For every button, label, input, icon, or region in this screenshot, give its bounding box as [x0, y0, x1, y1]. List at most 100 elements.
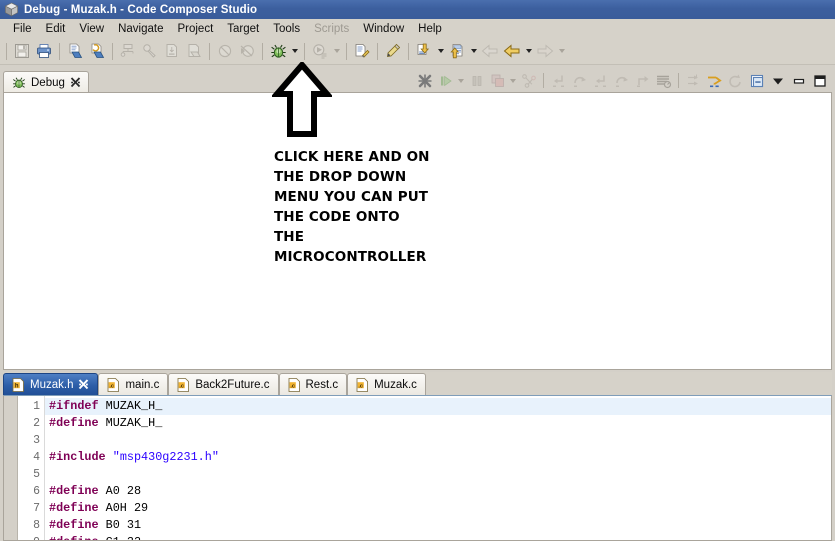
menu-edit[interactable]: Edit	[39, 22, 73, 36]
c-file-icon: .c	[177, 377, 190, 392]
editor-tab-label: Muzak.h	[30, 378, 74, 391]
chevron-down-icon	[558, 49, 565, 53]
menu-window[interactable]: Window	[356, 22, 411, 36]
window-title: Debug - Muzak.h - Code Composer Studio	[24, 3, 258, 16]
line-number: 5	[33, 468, 40, 481]
print-button[interactable]	[33, 40, 55, 62]
view-menu-chevron-button[interactable]	[767, 70, 788, 91]
resume-dropdown-arrow	[456, 70, 466, 91]
rebuild-button	[139, 40, 161, 62]
close-icon[interactable]	[78, 379, 89, 390]
toolbar-separator	[346, 42, 347, 60]
minimize-button[interactable]	[788, 70, 809, 91]
menu-target[interactable]: Target	[220, 22, 266, 36]
search-code-button[interactable]	[351, 40, 373, 62]
close-icon[interactable]	[70, 77, 81, 88]
toolbar-separator	[543, 73, 544, 88]
editor-marker-bar[interactable]	[4, 396, 18, 540]
code-text-area[interactable]: #ifndef MUZAK_H_ #define MUZAK_H_ #includ…	[44, 396, 831, 540]
editor-tab-rest-c[interactable]: .c Rest.c	[278, 373, 348, 395]
terminate-all-button[interactable]	[414, 70, 435, 91]
no-breakpoint-button	[214, 40, 236, 62]
toolbar-separator	[6, 42, 7, 60]
resume-button	[435, 70, 456, 91]
next-annotation-dropdown-arrow[interactable]	[435, 40, 446, 62]
svg-text:.c: .c	[290, 383, 295, 389]
menu-view[interactable]: View	[72, 22, 111, 36]
debug-view-content	[3, 92, 832, 370]
menu-project[interactable]: Project	[170, 22, 220, 36]
editor-tab-main-c[interactable]: .c main.c	[98, 373, 169, 395]
editor-tab-label: main.c	[125, 378, 160, 391]
toolbar-separator	[112, 42, 113, 60]
code-line: #define MUZAK_H_	[45, 415, 831, 432]
line-number: 6	[33, 485, 40, 498]
toolbar-separator	[408, 42, 409, 60]
terminate-dropdown-arrow	[508, 70, 518, 91]
svg-text:.c: .c	[110, 383, 115, 389]
debug-view-tabrow: Debug	[3, 68, 832, 93]
toolbar-separator	[262, 42, 263, 60]
chevron-down-icon	[510, 78, 516, 83]
step-into-selection-button	[590, 70, 611, 91]
code-token: MUZAK_H_	[98, 416, 163, 430]
previous-annotation-button[interactable]	[446, 40, 468, 62]
load-program-button[interactable]	[704, 70, 725, 91]
menu-bar: File Edit View Navigate Project Target T…	[0, 19, 835, 38]
tab-debug[interactable]: Debug	[3, 71, 89, 93]
menu-tools[interactable]: Tools	[266, 22, 307, 36]
new-file-button[interactable]	[64, 40, 86, 62]
menu-scripts: Scripts	[314, 22, 350, 35]
code-token: A0 28	[98, 484, 142, 498]
svg-text:h: h	[15, 383, 19, 389]
line-number: 2	[33, 417, 40, 430]
code-line: #include "msp430g2231.h"	[45, 449, 831, 466]
editor-tab-back2future-c[interactable]: .c Back2Future.c	[168, 373, 279, 395]
debug-bug-icon	[13, 76, 25, 88]
code-token: #include	[49, 450, 106, 464]
debug-view-toolbar	[414, 68, 832, 93]
back-button[interactable]	[501, 40, 523, 62]
editor-tab-label: Muzak.c	[374, 378, 417, 391]
toolbar-separator	[377, 42, 378, 60]
title-bar: Debug - Muzak.h - Code Composer Studio	[0, 0, 835, 19]
editor-tab-muzak-c[interactable]: .c Muzak.c	[347, 373, 426, 395]
previous-annotation-dropdown-arrow[interactable]	[468, 40, 479, 62]
editor-tab-label: Back2Future.c	[195, 378, 270, 391]
chevron-down-icon	[291, 49, 298, 53]
chevron-down-icon	[470, 49, 477, 53]
restart-button	[725, 70, 746, 91]
debug-button[interactable]	[267, 40, 289, 62]
code-token: #define	[49, 416, 99, 430]
debug-dropdown-arrow[interactable]	[289, 40, 300, 62]
code-token: #define	[49, 535, 99, 540]
show-view-menu-button[interactable]	[746, 70, 767, 91]
menu-file[interactable]: File	[6, 22, 39, 36]
suspend-button	[466, 70, 487, 91]
menu-navigate[interactable]: Navigate	[111, 22, 170, 36]
code-token: #define	[49, 501, 99, 515]
cube-icon	[4, 2, 19, 17]
terminate-button	[487, 70, 508, 91]
chevron-down-icon	[525, 49, 532, 53]
menu-help[interactable]: Help	[411, 22, 449, 36]
chevron-down-icon	[458, 78, 464, 83]
c-file-icon: .c	[288, 377, 300, 392]
maximize-button[interactable]	[809, 70, 830, 91]
assembly-step-button	[632, 70, 653, 91]
build-button	[117, 40, 139, 62]
code-token: C1 32	[99, 535, 141, 540]
refresh-file-button[interactable]	[86, 40, 108, 62]
back-dropdown-arrow[interactable]	[523, 40, 534, 62]
next-annotation-button[interactable]	[413, 40, 435, 62]
line-number: 8	[33, 519, 40, 532]
editor-tab-muzak-h[interactable]: h Muzak.h	[3, 373, 99, 395]
toolbar-separator	[304, 42, 305, 60]
pencil-button[interactable]	[382, 40, 404, 62]
editor-tab-label: Rest.c	[305, 378, 339, 391]
run-dropdown-arrow	[331, 40, 342, 62]
code-editor[interactable]: 1 2 3 4 5 6 7 8 9 #ifndef MUZAK_H_#defin…	[3, 395, 832, 541]
forward-button	[534, 40, 556, 62]
